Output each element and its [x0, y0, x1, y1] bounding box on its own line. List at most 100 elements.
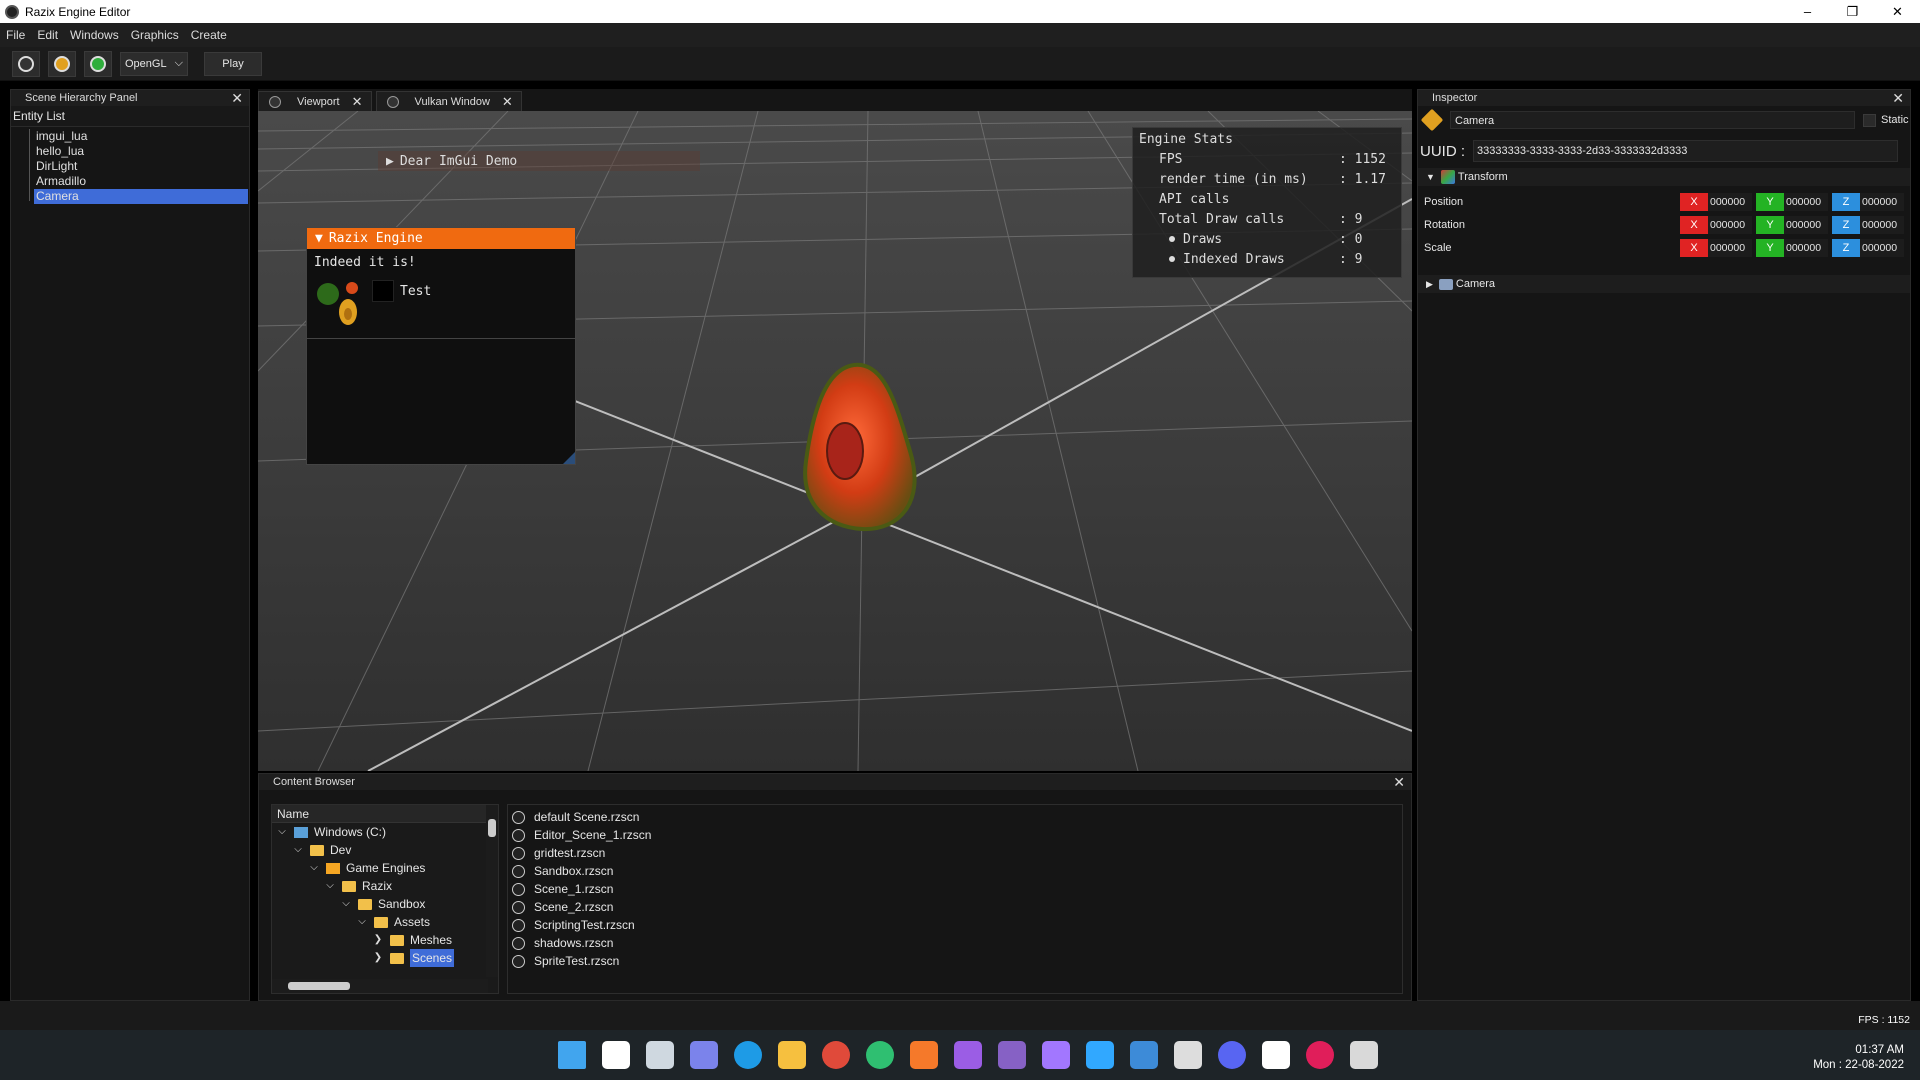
close-icon[interactable]: ✕ [1393, 774, 1405, 790]
tab-viewport[interactable]: Viewport ✕ [258, 91, 372, 111]
photoshop-icon[interactable] [1086, 1041, 1114, 1069]
z-axis-button[interactable]: Z [1832, 215, 1860, 234]
y-axis-button[interactable]: Y [1756, 215, 1784, 234]
file-item[interactable]: default Scene.rzscn [508, 808, 1402, 826]
menu-create[interactable]: Create [191, 28, 227, 42]
z-axis-button[interactable]: Z [1832, 238, 1860, 257]
scrollbar-thumb[interactable] [288, 982, 350, 990]
transform-component-header[interactable]: ▼ Transform [1418, 168, 1910, 186]
close-icon[interactable]: ✕ [352, 94, 363, 110]
chevron-down-icon[interactable]: ⌵ [356, 913, 368, 931]
y-value-field[interactable]: 000000 [1784, 192, 1828, 211]
entity-item[interactable]: Armadillo [11, 174, 249, 189]
tree-node[interactable]: ⌵ Game Engines [272, 859, 498, 877]
menu-graphics[interactable]: Graphics [131, 28, 179, 42]
file-item[interactable]: shadows.rzscn [508, 934, 1402, 952]
z-value-field[interactable]: 000000 [1860, 215, 1904, 234]
menu-windows[interactable]: Windows [70, 28, 119, 42]
chevron-right-icon[interactable]: ❯ [372, 931, 384, 949]
blender-icon[interactable] [910, 1041, 938, 1069]
app-green-icon[interactable] [866, 1041, 894, 1069]
visual-studio-2-icon[interactable] [998, 1041, 1026, 1069]
tree-node[interactable]: ❯ Scenes [272, 949, 498, 967]
z-value-field[interactable]: 000000 [1860, 238, 1904, 257]
razix-engine-window[interactable]: ▼ Razix Engine Indeed it is! Test [306, 227, 576, 465]
x-axis-button[interactable]: X [1680, 238, 1708, 257]
x-value-field[interactable]: 000000 [1708, 192, 1752, 211]
minimize-button[interactable]: – [1785, 0, 1830, 23]
file-item[interactable]: Sandbox.rzscn [508, 862, 1402, 880]
menu-edit[interactable]: Edit [37, 28, 58, 42]
tree-node[interactable]: ⌵ Assets [272, 913, 498, 931]
tree-node[interactable]: ⌵ Sandbox [272, 895, 498, 913]
entity-item[interactable]: DirLight [11, 159, 249, 174]
windows-start-icon[interactable] [558, 1041, 586, 1069]
x-axis-button[interactable]: X [1680, 192, 1708, 211]
scale-tool-button[interactable] [84, 50, 112, 77]
y-axis-button[interactable]: Y [1756, 192, 1784, 211]
menu-file[interactable]: File [6, 28, 25, 42]
file-explorer-icon[interactable] [778, 1041, 806, 1069]
z-axis-button[interactable]: Z [1832, 192, 1860, 211]
tree-node[interactable]: ⌵ Windows (C:) [272, 823, 498, 841]
tree-node[interactable]: ❯ Meshes [272, 931, 498, 949]
chevron-right-icon[interactable]: ❯ [372, 949, 384, 967]
test-button[interactable]: Test [400, 284, 431, 299]
close-icon[interactable]: ✕ [231, 90, 243, 106]
edge-icon[interactable] [734, 1041, 762, 1069]
window-title-bar[interactable]: ▼ Razix Engine [307, 228, 575, 249]
task-view-icon[interactable] [646, 1041, 674, 1069]
y-value-field[interactable]: 000000 [1784, 215, 1828, 234]
chevron-down-icon[interactable]: ⌵ [308, 859, 320, 877]
scrollbar-thumb[interactable] [488, 819, 496, 837]
visual-studio-icon[interactable] [954, 1041, 982, 1069]
file-item[interactable]: Scene_2.rzscn [508, 898, 1402, 916]
chat-icon[interactable] [690, 1041, 718, 1069]
chrome-icon[interactable] [822, 1041, 850, 1069]
rotate-tool-button[interactable] [48, 50, 76, 77]
search-icon[interactable] [602, 1041, 630, 1069]
slack-icon[interactable] [1306, 1041, 1334, 1069]
notepad-icon[interactable] [1130, 1041, 1158, 1069]
static-checkbox[interactable] [1863, 113, 1876, 127]
file-item[interactable]: ScriptingTest.rzscn [508, 916, 1402, 934]
graphics-api-select[interactable]: OpenGL ⌵ [120, 51, 188, 76]
chevron-down-icon[interactable]: ⌵ [276, 823, 288, 841]
close-icon[interactable]: ✕ [502, 94, 513, 110]
y-axis-button[interactable]: Y [1756, 238, 1784, 257]
file-item[interactable]: Scene_1.rzscn [508, 880, 1402, 898]
x-axis-button[interactable]: X [1680, 215, 1708, 234]
chevron-down-icon[interactable]: ⌵ [340, 895, 352, 913]
horizontal-scrollbar[interactable] [272, 979, 488, 993]
entity-name-field[interactable]: Camera [1450, 111, 1855, 129]
unity-icon[interactable] [1174, 1041, 1202, 1069]
entity-item[interactable]: imgui_lua [11, 129, 249, 144]
z-value-field[interactable]: 000000 [1860, 192, 1904, 211]
entity-item-selected[interactable]: Camera [34, 189, 248, 204]
chevron-down-icon[interactable]: ⌵ [292, 841, 304, 859]
translate-tool-button[interactable] [12, 50, 40, 77]
scene-viewport[interactable]: ▶ Dear ImGui Demo ▼ Razix Engine Indeed … [258, 111, 1412, 771]
vertical-scrollbar[interactable] [486, 805, 498, 977]
file-item[interactable]: gridtest.rzscn [508, 844, 1402, 862]
close-icon[interactable]: ✕ [1892, 90, 1904, 106]
restore-button[interactable]: ❐ [1830, 0, 1875, 23]
static-toggle[interactable]: Static [1863, 113, 1909, 127]
file-item[interactable]: Editor_Scene_1.rzscn [508, 826, 1402, 844]
visual-studio-3-icon[interactable] [1042, 1041, 1070, 1069]
close-window-button[interactable]: ✕ [1875, 0, 1920, 23]
discord-icon[interactable] [1218, 1041, 1246, 1069]
y-value-field[interactable]: 000000 [1784, 238, 1828, 257]
uuid-field[interactable]: 33333333-3333-3333-2d33-3333332d3333 [1473, 140, 1898, 162]
resize-grip[interactable] [563, 452, 575, 464]
play-button[interactable]: Play [204, 51, 262, 76]
chevron-down-icon[interactable]: ⌵ [324, 877, 336, 895]
system-clock[interactable]: 01:37 AM Mon : 22-08-2022 [1813, 1043, 1904, 1073]
tree-node[interactable]: ⌵ Dev [272, 841, 498, 859]
tab-vulkan-window[interactable]: Vulkan Window ✕ [375, 91, 522, 111]
imgui-demo-window-collapsed[interactable]: ▶ Dear ImGui Demo [378, 151, 700, 171]
camera-component-header[interactable]: ▶ Camera [1418, 275, 1910, 293]
entity-item[interactable]: hello_lua [11, 144, 249, 159]
razix-editor-taskbar-icon[interactable] [1350, 1041, 1378, 1069]
x-value-field[interactable]: 000000 [1708, 215, 1752, 234]
